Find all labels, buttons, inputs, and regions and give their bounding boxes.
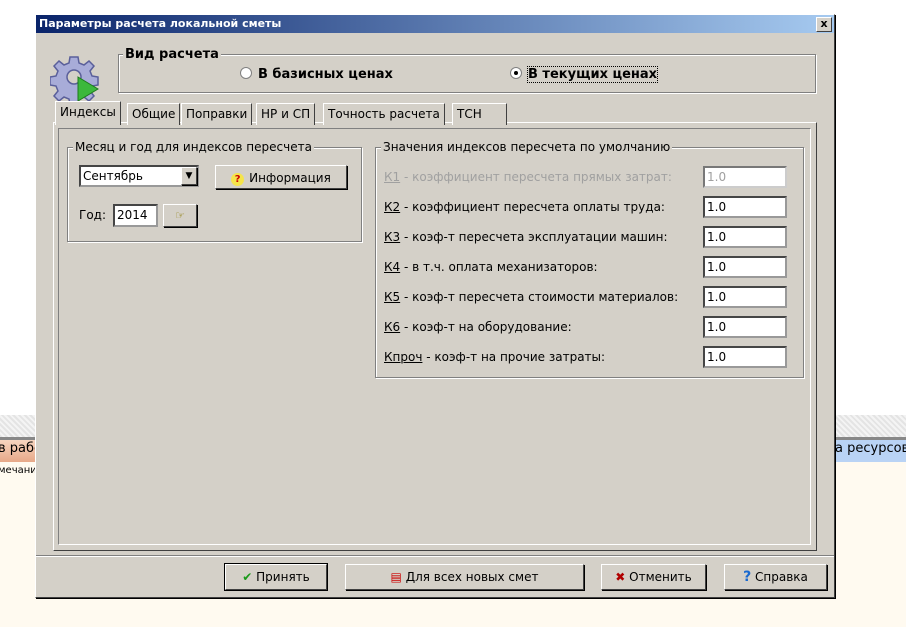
index-label: К4 - в т.ч. оплата механизаторов:: [384, 260, 598, 274]
index-input[interactable]: 1.0: [703, 316, 787, 338]
help-icon: ?: [743, 569, 752, 585]
accept-button[interactable]: ✔ Принять: [225, 564, 327, 590]
tab-indexes[interactable]: Индексы: [55, 101, 121, 125]
index-input[interactable]: 1.0: [703, 226, 787, 248]
check-icon: ✔: [242, 570, 253, 584]
for-all-label: Для всех новых смет: [405, 570, 539, 584]
dialog-title: Параметры расчета локальной сметы: [36, 15, 834, 33]
index-input[interactable]: 1.0: [703, 166, 787, 188]
close-button[interactable]: x: [816, 17, 832, 32]
index-key: К5: [384, 290, 401, 304]
chevron-down-icon[interactable]: ▼: [181, 167, 197, 185]
index-key: К1: [384, 170, 401, 184]
index-input[interactable]: 1.0: [703, 346, 787, 368]
index-label: К6 - коэф-т на оборудование:: [384, 320, 572, 334]
month-group: [67, 147, 362, 242]
index-desc: - коэф-т на прочие затраты:: [422, 350, 606, 364]
year-input[interactable]: 2014: [113, 204, 158, 227]
background-tab-label-right: а ресурсов: [835, 441, 906, 456]
month-value: Сентябрь: [83, 169, 143, 183]
accept-label: Принять: [256, 570, 310, 584]
tab-precision[interactable]: Точность расчета: [323, 103, 445, 125]
info-button-label: Информация: [249, 171, 331, 185]
index-label: К3 - коэф-т пересчета эксплуатации машин…: [384, 230, 668, 244]
cancel-button[interactable]: ✖ Отменить: [601, 564, 706, 590]
x-icon: ✖: [615, 570, 626, 584]
radio-current-prices[interactable]: В текущих ценах: [510, 66, 659, 83]
index-input[interactable]: 1.0: [703, 196, 787, 218]
index-desc: - коэффициент пересчета оплаты труда:: [400, 200, 665, 214]
index-desc: - в т.ч. оплата механизаторов:: [400, 260, 598, 274]
for-all-new-estimates-button[interactable]: ▤ Для всех новых смет: [345, 564, 584, 590]
index-desc: - коэф-т на оборудование:: [400, 320, 572, 334]
tab-corrections[interactable]: Поправки: [181, 103, 253, 125]
index-key: К2: [384, 200, 401, 214]
cancel-label: Отменить: [629, 570, 692, 584]
help-button[interactable]: ? Справка: [724, 564, 827, 590]
index-label: К5 - коэф-т пересчета стоимости материал…: [384, 290, 678, 304]
radio-base-prices[interactable]: В базисных ценах: [240, 67, 393, 82]
pointing-hand-icon: ☞: [175, 209, 185, 222]
month-group-legend: Месяц и год для индексов пересчета: [73, 140, 314, 154]
copy-save-icon: ▤: [390, 570, 402, 584]
info-button[interactable]: ? Информация: [215, 165, 347, 189]
divider: [36, 555, 834, 557]
index-input[interactable]: 1.0: [703, 256, 787, 278]
index-label: К2 - коэффициент пересчета оплаты труда:: [384, 200, 665, 214]
help-label: Справка: [755, 570, 808, 584]
year-label: Год:: [79, 208, 106, 222]
radio-label: В базисных ценах: [258, 67, 393, 82]
index-key: К6: [384, 320, 401, 334]
index-desc: - коэф-т пересчета стоимости материалов:: [400, 290, 679, 304]
index-key: К3: [384, 230, 401, 244]
index-desc: - коэф-т пересчета эксплуатации машин:: [400, 230, 668, 244]
index-label: Кпроч - коэф-т на прочие затраты:: [384, 350, 605, 364]
calc-type-legend: Вид расчета: [123, 47, 221, 62]
gear-play-icon: [50, 56, 99, 101]
index-key: Кпроч: [384, 350, 423, 364]
tab-tsn[interactable]: ТСН: [452, 103, 507, 125]
index-desc: - коэффициент пересчета прямых затрат:: [400, 170, 672, 184]
index-group-legend: Значения индексов пересчета по умолчанию: [381, 140, 673, 154]
index-input[interactable]: 1.0: [703, 286, 787, 308]
calc-type-group: [118, 54, 816, 93]
radio-button[interactable]: [510, 67, 522, 79]
radio-label: В текущих ценах: [526, 66, 659, 83]
month-select[interactable]: Сентябрь ▼: [79, 165, 199, 187]
index-key: К4: [384, 260, 401, 274]
tab-overhead[interactable]: НР и СП: [256, 103, 316, 125]
tab-general[interactable]: Общие: [127, 103, 181, 125]
calc-params-dialog: Параметры расчета локальной сметы x Вид …: [35, 14, 835, 598]
radio-button[interactable]: [240, 67, 252, 79]
question-icon: ?: [231, 173, 245, 186]
year-pick-button[interactable]: ☞: [163, 204, 197, 227]
index-label: К1 - коэффициент пересчета прямых затрат…: [384, 170, 672, 184]
